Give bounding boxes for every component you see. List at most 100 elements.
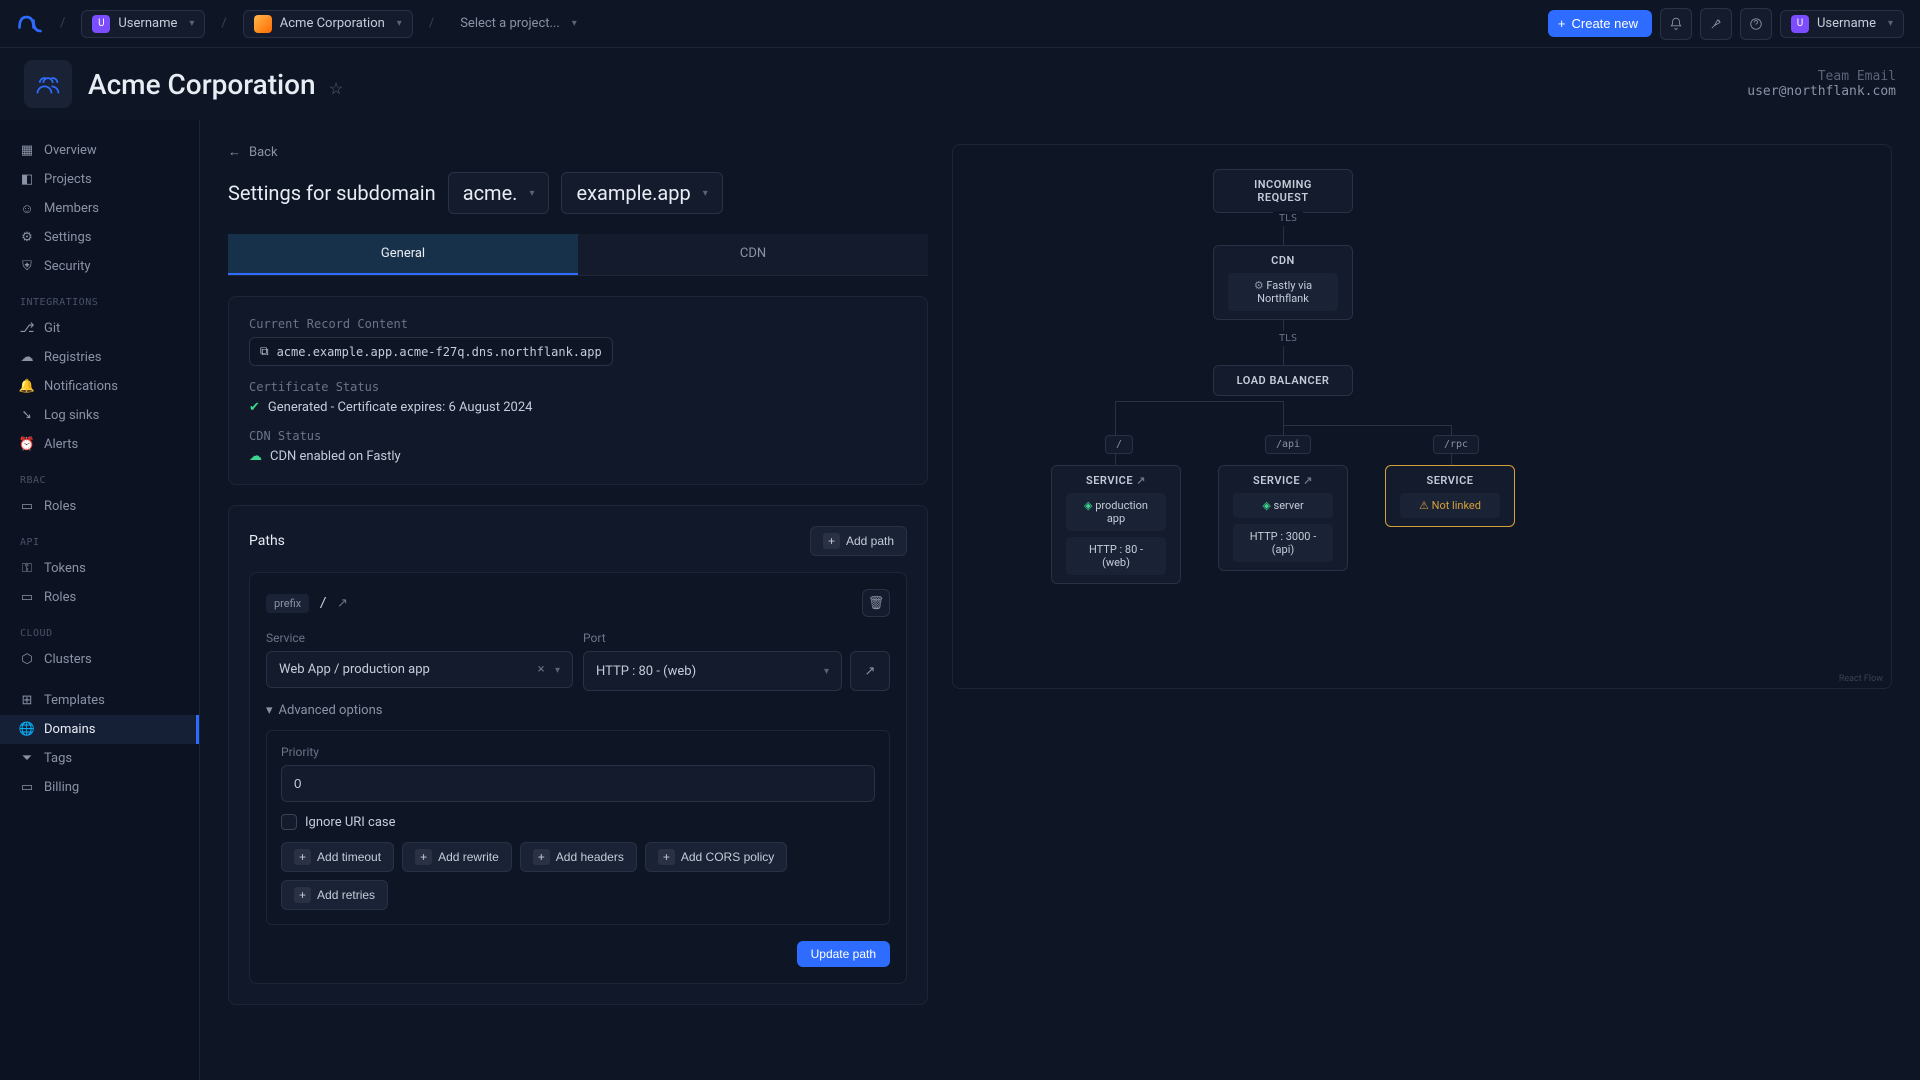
- node-label: LOAD BALANCER: [1228, 374, 1338, 387]
- path-item: prefix / ↗ 🗑 Service Web App / productio…: [249, 572, 907, 984]
- add-timeout-button[interactable]: +Add timeout: [281, 842, 394, 872]
- sidebar-item-domains[interactable]: 🌐Domains: [0, 715, 199, 744]
- pill-label: Add headers: [556, 850, 624, 864]
- sidebar-item-label: Git: [44, 321, 60, 336]
- sidebar-section-rbac: RBAC: [0, 459, 199, 492]
- port-value: HTTP : 80 - (web): [596, 664, 696, 679]
- sidebar-item-alerts[interactable]: ⏰Alerts: [0, 430, 199, 459]
- shield-icon: ⛨: [20, 260, 34, 274]
- add-path-button[interactable]: + Add path: [810, 526, 907, 556]
- node-sub: HTTP : 3000 - (api): [1233, 524, 1333, 562]
- service-label: Service: [266, 631, 573, 645]
- external-link-icon[interactable]: ↗: [1303, 474, 1313, 487]
- log-icon: ➘: [20, 409, 34, 423]
- notifications-button[interactable]: [1660, 8, 1692, 40]
- ignore-uri-row[interactable]: Ignore URI case: [281, 814, 875, 830]
- update-path-button[interactable]: Update path: [797, 941, 890, 967]
- sidebar-item-git[interactable]: ⎇Git: [0, 314, 199, 343]
- breadcrumb-user[interactable]: U Username ▾: [81, 10, 205, 38]
- node-label: SERVICE: [1086, 474, 1133, 487]
- copy-icon[interactable]: ⧉: [260, 344, 269, 359]
- checkbox[interactable]: [281, 814, 297, 830]
- star-icon[interactable]: ☆: [329, 79, 343, 98]
- sidebar-item-tags[interactable]: ⏷Tags: [0, 744, 199, 773]
- open-port-button[interactable]: ↗: [850, 651, 890, 691]
- sidebar-item-templates[interactable]: ⊞Templates: [0, 686, 199, 715]
- sidebar-item-roles[interactable]: ▭Roles: [0, 492, 199, 521]
- node-service-2: SERVICE ↗ ◈ server HTTP : 3000 - (api): [1218, 465, 1348, 571]
- sidebar-item-log-sinks[interactable]: ➘Log sinks: [0, 401, 199, 430]
- user-menu[interactable]: U Username ▾: [1780, 10, 1904, 38]
- help-button[interactable]: [1740, 8, 1772, 40]
- plus-icon: +: [294, 887, 311, 903]
- breadcrumb-project[interactable]: Select a project... ▾: [450, 12, 587, 35]
- port-select[interactable]: HTTP : 80 - (web) ▾: [583, 651, 842, 691]
- sidebar-item-projects[interactable]: ◧Projects: [0, 165, 199, 194]
- cluster-icon: ⬡: [20, 653, 34, 667]
- sidebar-item-notifications[interactable]: 🔔Notifications: [0, 372, 199, 401]
- breadcrumb-org[interactable]: Acme Corporation ▾: [243, 10, 413, 38]
- back-link[interactable]: ← Back: [228, 144, 278, 160]
- roles-icon: ▭: [20, 591, 34, 605]
- breadcrumb-project-label: Select a project...: [460, 16, 560, 31]
- add-rewrite-button[interactable]: +Add rewrite: [402, 842, 512, 872]
- sidebar-item-tokens[interactable]: ⚿Tokens: [0, 554, 199, 583]
- plus-icon: +: [533, 849, 550, 865]
- node-sub-label: Fastly via Northflank: [1257, 279, 1312, 305]
- external-link-icon[interactable]: ↗: [1136, 474, 1146, 487]
- update-path-label: Update path: [811, 947, 876, 961]
- rocket-button[interactable]: [1700, 8, 1732, 40]
- sidebar-item-security[interactable]: ⛨Security: [0, 252, 199, 281]
- chevron-down-icon: ▾: [1888, 18, 1893, 29]
- chevron-down-icon: ▾: [703, 188, 708, 199]
- node-sub-label: Not linked: [1432, 499, 1481, 512]
- tab-label: General: [381, 246, 425, 261]
- node-load-balancer: LOAD BALANCER: [1213, 365, 1353, 396]
- sidebar-item-clusters[interactable]: ⬡Clusters: [0, 645, 199, 674]
- domain-value: example.app: [576, 181, 690, 205]
- sidebar-section-integrations: INTEGRATIONS: [0, 281, 199, 314]
- domain-selector[interactable]: example.app ▾: [561, 172, 722, 214]
- sidebar-item-billing[interactable]: ▭Billing: [0, 773, 199, 802]
- logo-icon[interactable]: [16, 10, 44, 38]
- port-label: Port: [583, 631, 890, 645]
- sidebar-item-label: Tags: [44, 751, 72, 766]
- record-value-box[interactable]: ⧉ acme.example.app.acme-f27q.dns.northfl…: [249, 337, 613, 366]
- subdomain-selector[interactable]: acme. ▾: [448, 172, 550, 214]
- advanced-toggle[interactable]: ▾ Advanced options: [266, 703, 890, 718]
- sidebar-item-label: Overview: [44, 143, 97, 158]
- clear-icon[interactable]: ×: [538, 662, 545, 677]
- subdomain-value: acme.: [463, 181, 518, 205]
- add-headers-button[interactable]: + Add headers: [520, 842, 637, 872]
- priority-input[interactable]: [281, 765, 875, 802]
- key-icon: ⚿: [20, 562, 34, 576]
- sidebar-item-registries[interactable]: ☁ Registries: [0, 343, 199, 372]
- cert-status: Generated - Certificate expires: 6 Augus…: [268, 400, 533, 415]
- prefix-tag: prefix: [266, 594, 309, 613]
- tab-general[interactable]: General: [228, 234, 578, 275]
- node-incoming: INCOMING REQUEST: [1213, 169, 1353, 213]
- sidebar-item-label: Registries: [44, 350, 102, 365]
- globe-icon: 🌐: [20, 723, 34, 737]
- service-select[interactable]: Web App / production app × ▾: [266, 651, 573, 688]
- sidebar-item-overview[interactable]: ▦ Overview: [0, 136, 199, 165]
- plus-icon: +: [658, 849, 675, 865]
- delete-path-button[interactable]: 🗑: [862, 589, 890, 617]
- sidebar-section-api: API: [0, 521, 199, 554]
- sidebar-item-api-roles[interactable]: ▭Roles: [0, 583, 199, 612]
- grid-icon: ▦: [20, 144, 34, 158]
- add-retries-button[interactable]: +Add retries: [281, 880, 388, 910]
- tab-cdn[interactable]: CDN: [578, 234, 928, 275]
- external-link-icon[interactable]: ↗: [337, 596, 348, 611]
- sidebar-item-members[interactable]: ☺Members: [0, 194, 199, 223]
- create-new-button[interactable]: + Create new: [1548, 10, 1652, 37]
- plus-icon: +: [415, 849, 432, 865]
- paths-title: Paths: [249, 533, 285, 549]
- add-cors-button[interactable]: +Add CORS policy: [645, 842, 787, 872]
- registry-icon: ☁: [20, 351, 34, 365]
- breadcrumb-user-label: Username: [118, 16, 177, 31]
- sidebar-item-settings[interactable]: ⚙Settings: [0, 223, 199, 252]
- node-sub: HTTP : 80 - (web): [1066, 537, 1166, 575]
- path-label-rpc: /rpc: [1433, 435, 1479, 454]
- tls-label: TLS: [1273, 211, 1303, 226]
